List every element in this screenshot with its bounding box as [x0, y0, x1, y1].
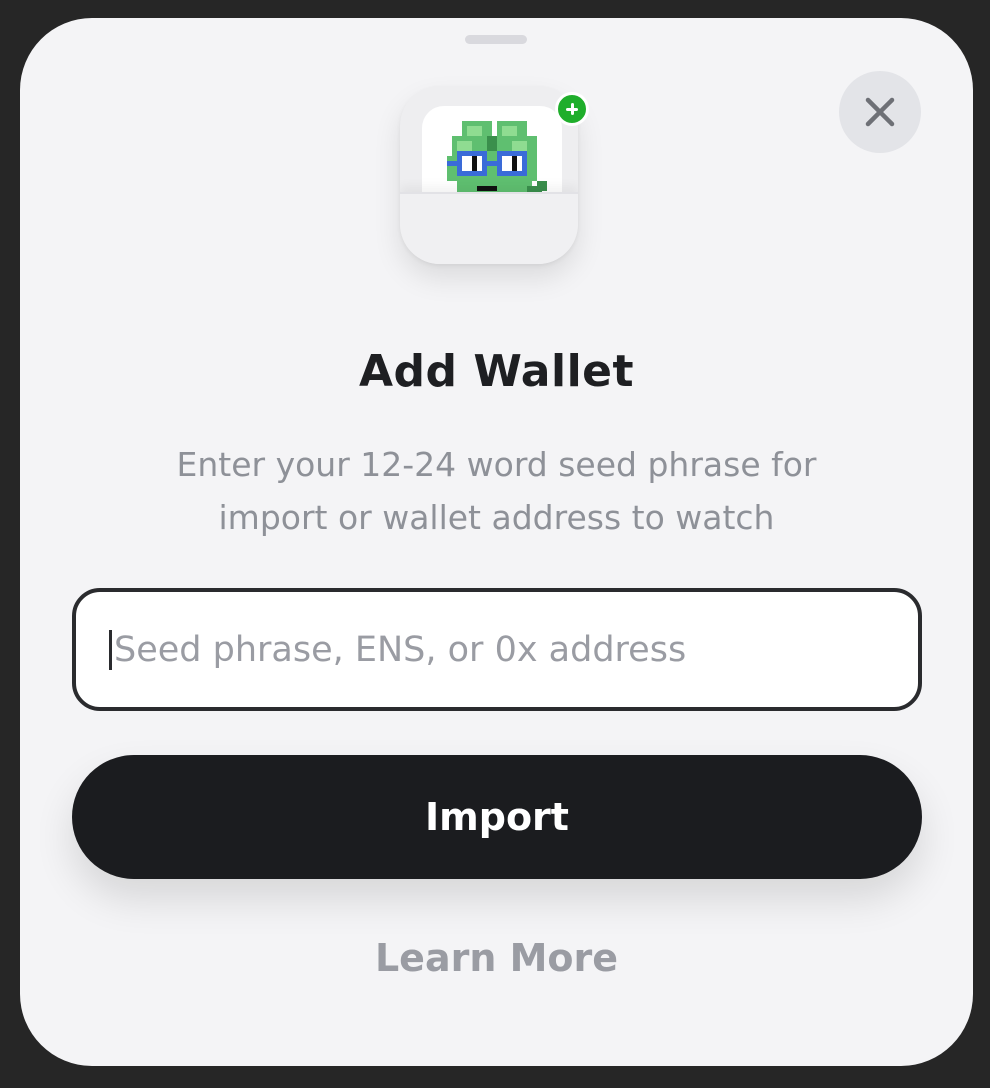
close-icon — [865, 97, 895, 127]
wallet-app-icon — [400, 86, 589, 268]
import-button[interactable]: Import — [72, 755, 922, 879]
learn-more-link[interactable]: Learn More — [20, 936, 973, 980]
wallet-pocket — [400, 192, 578, 264]
seed-phrase-field[interactable] — [72, 588, 922, 711]
sheet-subtitle: Enter your 12-24 word seed phrase for im… — [176, 445, 817, 537]
add-wallet-sheet: Add Wallet Enter your 12-24 word seed ph… — [20, 18, 973, 1066]
wallet-icon-frame — [400, 86, 578, 264]
seed-phrase-input[interactable] — [106, 592, 894, 707]
sheet-title: Add Wallet — [358, 346, 635, 397]
close-button[interactable] — [839, 71, 921, 153]
sheet-grabber-handle[interactable] — [465, 35, 527, 44]
plus-badge-icon — [555, 92, 589, 126]
